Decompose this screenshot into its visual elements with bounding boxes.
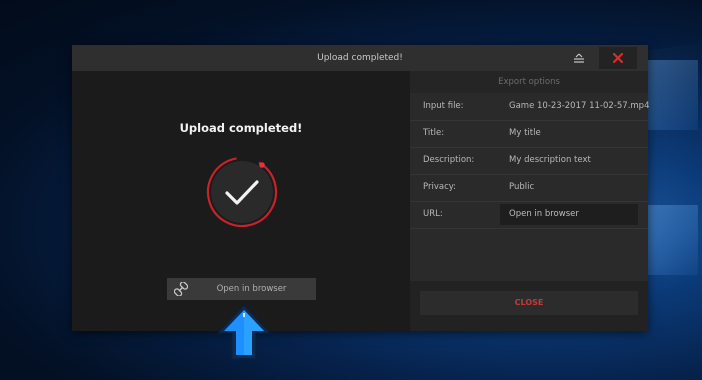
export-options-panel: Export options Input file: Game 10-23-20… <box>410 71 650 331</box>
desktop-logo-pane-1 <box>648 60 698 130</box>
up-arrow-icon <box>216 304 272 360</box>
open-in-browser-button[interactable]: Open in browser <box>167 278 316 300</box>
title-row: Title: My title <box>410 120 648 148</box>
desktop-logo-pane-2 <box>648 205 698 275</box>
minimize-icon <box>574 53 584 63</box>
export-options-list: Export options Input file: Game 10-23-20… <box>410 71 650 281</box>
desktop-background: Upload completed! Upload completed! Open… <box>0 0 702 380</box>
export-options-header: Export options <box>410 71 648 93</box>
url-row: URL: Open in browser <box>410 201 648 229</box>
privacy-row: Privacy: Public <box>410 174 648 202</box>
close-x-icon <box>613 53 623 63</box>
check-circle-icon <box>206 156 278 228</box>
description-row: Description: My description text <box>410 147 648 175</box>
minimize-button[interactable] <box>567 47 591 69</box>
privacy-label: Privacy: <box>423 182 457 192</box>
title-value: My title <box>509 128 541 138</box>
upload-heading: Upload completed! <box>179 121 303 135</box>
title-bar: Upload completed! <box>72 45 648 71</box>
input-file-value: Game 10-23-2017 11-02-57.mp4 <box>509 101 650 111</box>
input-file-label: Input file: <box>423 101 464 111</box>
close-button[interactable]: CLOSE <box>420 291 638 315</box>
upload-status-panel: Upload completed! Open in browser <box>72 71 410 331</box>
close-window-button[interactable] <box>599 47 637 69</box>
description-label: Description: <box>423 155 475 165</box>
open-in-browser-label: Open in browser <box>216 284 287 294</box>
upload-dialog: Upload completed! Upload completed! Open… <box>72 45 650 331</box>
link-icon <box>174 282 188 296</box>
window-title: Upload completed! <box>317 53 403 63</box>
input-file-row: Input file: Game 10-23-2017 11-02-57.mp4 <box>410 93 650 121</box>
url-open-in-browser-field[interactable]: Open in browser <box>500 204 638 225</box>
privacy-value: Public <box>509 182 535 192</box>
title-label: Title: <box>423 128 445 138</box>
description-value: My description text <box>509 155 591 165</box>
url-label: URL: <box>423 209 443 219</box>
